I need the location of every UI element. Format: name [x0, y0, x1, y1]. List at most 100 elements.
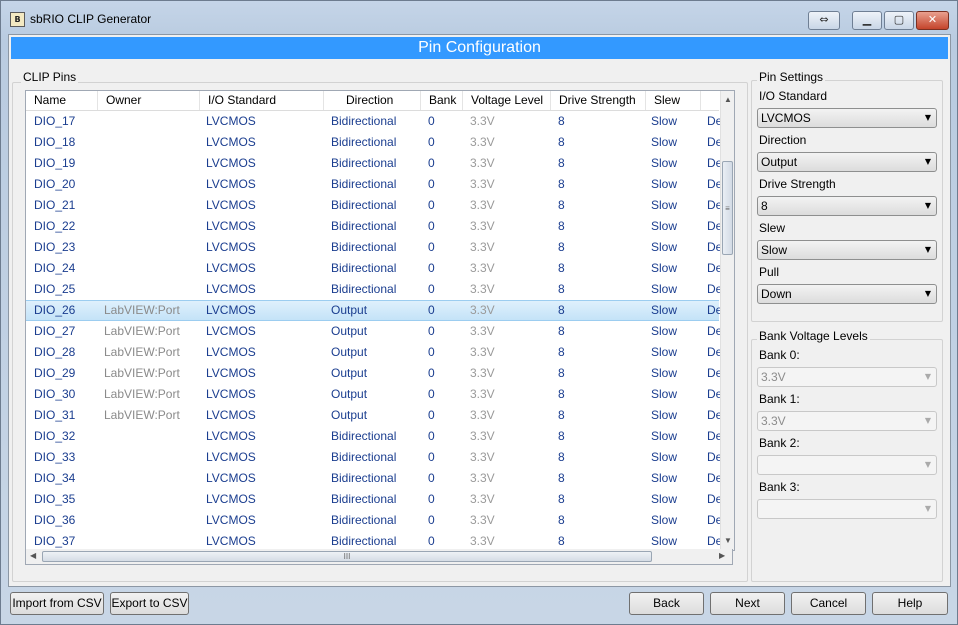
io-standard-label: I/O Standard	[759, 89, 828, 103]
cell-dir: Bidirectional	[331, 198, 397, 212]
chevron-down-icon: ▼	[924, 201, 931, 210]
cell-name: DIO_32	[34, 429, 76, 443]
table-row[interactable]: DIO_17 LVCMOS Bidirectional 0 3.3V 8 Slow De	[26, 111, 722, 132]
cell-drive: 8	[558, 219, 565, 233]
cell-slew: Slow	[651, 198, 678, 212]
cell-bank: 0	[428, 450, 435, 464]
table-row[interactable]: DIO_24 LVCMOS Bidirectional 0 3.3V 8 Slow De	[26, 258, 722, 279]
cell-bank: 0	[428, 513, 435, 527]
io-standard-select[interactable]: LVCMOS ▼	[757, 108, 937, 128]
table-row[interactable]: DIO_25 LVCMOS Bidirectional 0 3.3V 8 Slow De	[26, 279, 722, 300]
cell-name: DIO_25	[34, 282, 76, 296]
help-button[interactable]: Help	[872, 592, 948, 615]
horizontal-scrollbar[interactable]: ◀ III ▶	[25, 549, 733, 565]
direction-select[interactable]: Output ▼	[757, 152, 937, 172]
cell-slew: Slow	[651, 366, 678, 380]
table-row[interactable]: DIO_34 LVCMOS Bidirectional 0 3.3V 8 Slow De	[26, 468, 722, 489]
cell-name: DIO_22	[34, 219, 76, 233]
table-row[interactable]: DIO_30 LabVIEW:Port LVCMOS Output 0 3.3V 8 Slow…	[26, 384, 722, 405]
cancel-button[interactable]: Cancel	[791, 592, 866, 615]
cell-volt: 3.3V	[470, 366, 495, 380]
cell-name: DIO_23	[34, 240, 76, 254]
table-row[interactable]: DIO_33 LVCMOS Bidirectional 0 3.3V 8 Slow De	[26, 447, 722, 468]
cell-dir: Bidirectional	[331, 114, 397, 128]
table-row[interactable]: DIO_35 LVCMOS Bidirectional 0 3.3V 8 Slow De	[26, 489, 722, 510]
drive-strength-label: Drive Strength	[759, 177, 836, 191]
cell-dir: Bidirectional	[331, 219, 397, 233]
table-row[interactable]: DIO_29 LabVIEW:Port LVCMOS Output 0 3.3V 8 Slow…	[26, 363, 722, 384]
cell-bank: 0	[428, 219, 435, 233]
column-header[interactable]: I/O Standard	[200, 91, 324, 110]
pull-value: Down	[761, 287, 792, 301]
cell-slew: Slow	[651, 324, 678, 338]
cell-name: DIO_27	[34, 324, 76, 338]
cell-io: LVCMOS	[206, 303, 256, 317]
column-header[interactable]: Direction	[324, 91, 421, 110]
cell-bank: 0	[428, 135, 435, 149]
cell-dir: Bidirectional	[331, 261, 397, 275]
table-row[interactable]: DIO_20 LVCMOS Bidirectional 0 3.3V 8 Slow De	[26, 174, 722, 195]
scroll-down-icon[interactable]: ▼	[724, 536, 732, 545]
bank0-label: Bank 0:	[759, 348, 800, 362]
cell-io: LVCMOS	[206, 429, 256, 443]
cell-bank: 0	[428, 324, 435, 338]
close-icon[interactable]: ✕	[916, 11, 949, 30]
bank0-select[interactable]: 3.3V ▼	[757, 367, 937, 387]
table-row[interactable]: DIO_36 LVCMOS Bidirectional 0 3.3V 8 Slow De	[26, 510, 722, 531]
cell-volt: 3.3V	[470, 345, 495, 359]
table-row[interactable]: DIO_22 LVCMOS Bidirectional 0 3.3V 8 Slow De	[26, 216, 722, 237]
next-button[interactable]: Next	[710, 592, 785, 615]
column-header[interactable]	[701, 91, 721, 110]
drive-strength-select[interactable]: 8 ▼	[757, 196, 937, 216]
cell-io: LVCMOS	[206, 219, 256, 233]
cell-name: DIO_19	[34, 156, 76, 170]
maximize-icon[interactable]: ▢	[884, 11, 914, 30]
chevron-down-icon: ▼	[924, 157, 931, 166]
table-row[interactable]: DIO_32 LVCMOS Bidirectional 0 3.3V 8 Slow De	[26, 426, 722, 447]
table-row[interactable]: DIO_37 LVCMOS Bidirectional 0 3.3V 8 Slow De	[26, 531, 722, 550]
import-csv-button[interactable]: Import from CSV	[10, 592, 104, 615]
scroll-up-icon[interactable]: ▲	[724, 95, 732, 104]
cell-slew: Slow	[651, 282, 678, 296]
table-row[interactable]: DIO_21 LVCMOS Bidirectional 0 3.3V 8 Slow De	[26, 195, 722, 216]
column-header[interactable]: Owner	[98, 91, 200, 110]
column-header[interactable]: Slew	[646, 91, 701, 110]
column-header[interactable]: Bank	[421, 91, 463, 110]
cell-drive: 8	[558, 240, 565, 254]
pull-select[interactable]: Down ▼	[757, 284, 937, 304]
cell-volt: 3.3V	[470, 114, 495, 128]
cell-volt: 3.3V	[470, 282, 495, 296]
table-row[interactable]: DIO_23 LVCMOS Bidirectional 0 3.3V 8 Slow De	[26, 237, 722, 258]
scroll-left-icon[interactable]: ◀	[30, 551, 36, 560]
cell-volt: 3.3V	[470, 408, 495, 422]
table-row[interactable]: DIO_31 LabVIEW:Port LVCMOS Output 0 3.3V 8 Slow…	[26, 405, 722, 426]
cell-bank: 0	[428, 408, 435, 422]
table-row[interactable]: DIO_28 LabVIEW:Port LVCMOS Output 0 3.3V 8 Slow…	[26, 342, 722, 363]
table-row[interactable]: DIO_18 LVCMOS Bidirectional 0 3.3V 8 Slow De	[26, 132, 722, 153]
vertical-scrollbar[interactable]: ▲ ≡ ▼	[720, 91, 734, 550]
labview-app-icon[interactable]: B	[10, 12, 25, 27]
resize-icon[interactable]: ⇔	[808, 11, 840, 30]
bank1-select[interactable]: 3.3V ▼	[757, 411, 937, 431]
column-header[interactable]: Name	[26, 91, 98, 110]
horizontal-scroll-thumb[interactable]: III	[42, 551, 652, 562]
scroll-right-icon[interactable]: ▶	[719, 551, 725, 560]
slew-select[interactable]: Slow ▼	[757, 240, 937, 260]
vertical-scroll-thumb[interactable]: ≡	[722, 161, 733, 255]
column-header[interactable]: Voltage Level	[463, 91, 551, 110]
bank2-select[interactable]: ▼	[757, 455, 937, 475]
minimize-icon[interactable]: ▁	[852, 11, 882, 30]
cell-drive: 8	[558, 303, 565, 317]
table-row[interactable]: DIO_19 LVCMOS Bidirectional 0 3.3V 8 Slow De	[26, 153, 722, 174]
cell-volt: 3.3V	[470, 177, 495, 191]
title-bar[interactable]: B sbRIO CLIP Generator ⇔ ▁ ▢ ✕	[1, 1, 957, 35]
table-row-selected[interactable]: DIO_26 LabVIEW:Port LVCMOS Output 0 3.3V 8 Slow…	[26, 300, 722, 321]
table-row[interactable]: DIO_27 LabVIEW:Port LVCMOS Output 0 3.3V 8 Slow…	[26, 321, 722, 342]
cell-dir: Bidirectional	[331, 177, 397, 191]
back-button[interactable]: Back	[629, 592, 704, 615]
bank3-select[interactable]: ▼	[757, 499, 937, 519]
cell-volt: 3.3V	[470, 324, 495, 338]
cell-drive: 8	[558, 156, 565, 170]
export-csv-button[interactable]: Export to CSV	[110, 592, 189, 615]
column-header[interactable]: Drive Strength	[551, 91, 646, 110]
